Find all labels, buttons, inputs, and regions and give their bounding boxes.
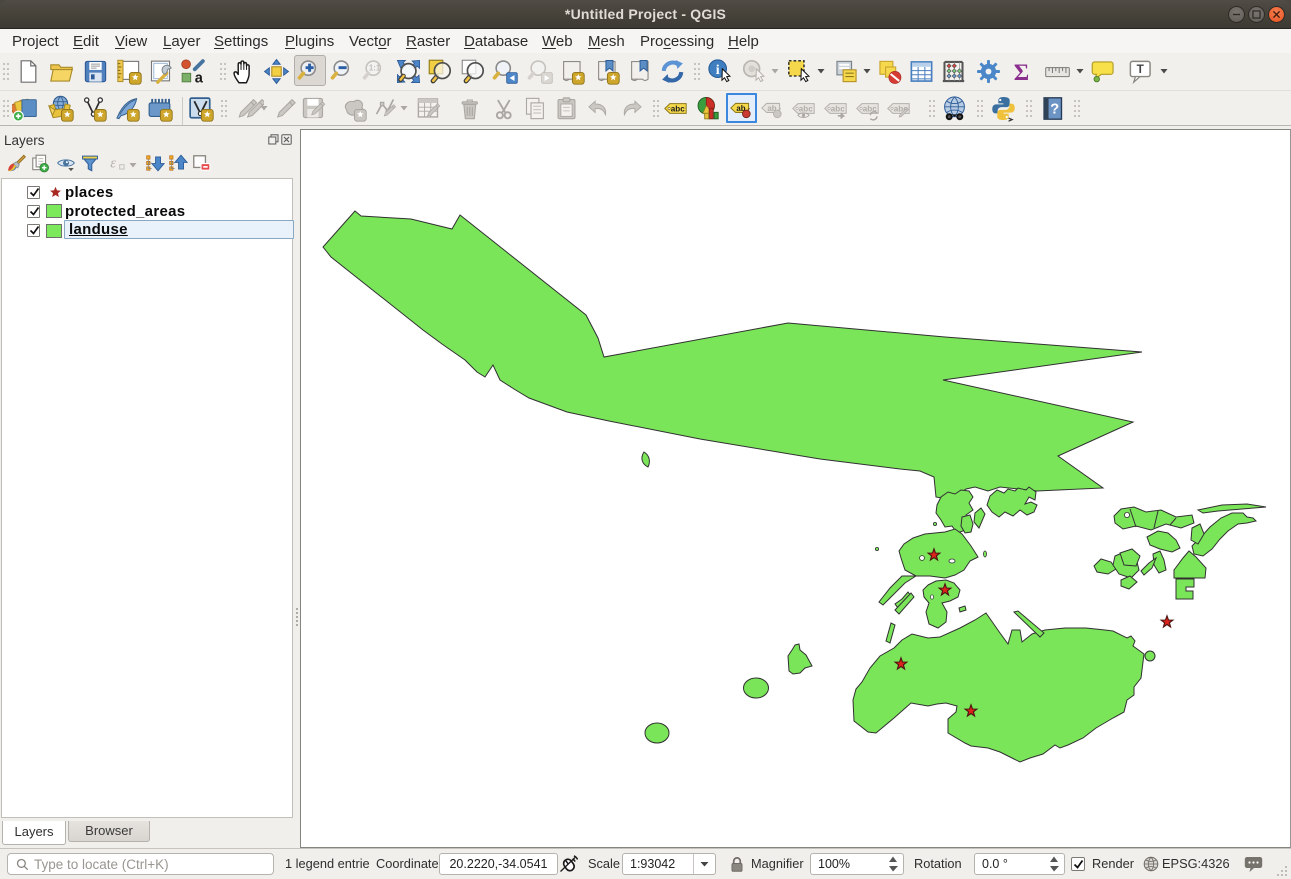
- svg-text:ε: ε: [110, 155, 116, 171]
- svg-text:abc: abc: [798, 104, 812, 113]
- svg-text:a: a: [194, 70, 203, 84]
- svg-text:1:1: 1:1: [368, 63, 380, 72]
- svg-text:Σ: Σ: [1013, 59, 1028, 84]
- svg-text:T: T: [1136, 62, 1144, 76]
- svg-text:abc: abc: [830, 104, 844, 113]
- svg-text:abc: abc: [670, 104, 684, 113]
- svg-text:i: i: [715, 61, 719, 77]
- svg-text:?: ?: [1050, 101, 1059, 117]
